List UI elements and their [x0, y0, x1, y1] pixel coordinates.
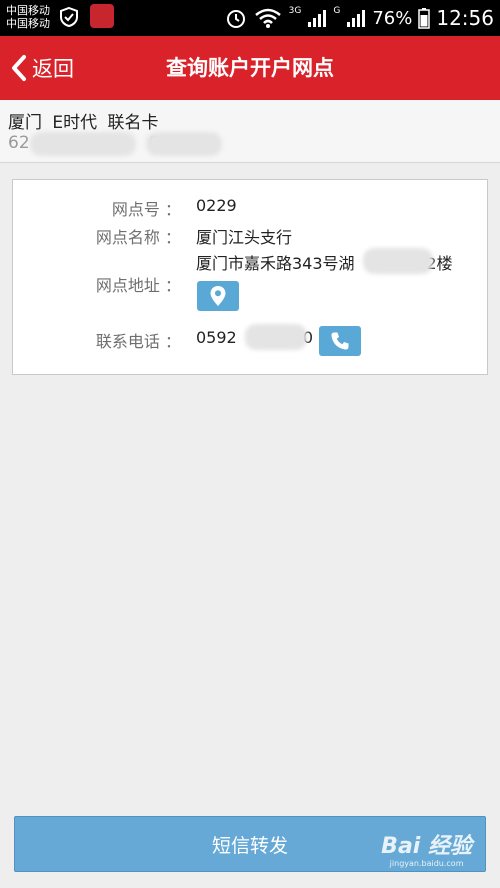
baidu-jingyan-watermark: Bai 经验 jingyan.baidu.com: [381, 836, 472, 868]
redaction-blur: [245, 324, 307, 350]
network-3g: 3G: [288, 6, 302, 16]
map-location-button[interactable]: [197, 281, 239, 311]
clock: 12:56: [436, 6, 494, 30]
carrier-1: 中国移动: [6, 4, 50, 17]
branch-name-value: 厦门江头支行: [196, 228, 293, 247]
app-notification-icon: [90, 4, 114, 28]
alarm-icon: [226, 10, 245, 28]
branch-phone-label: 联系电话 ：: [95, 332, 181, 351]
call-button[interactable]: [319, 326, 361, 356]
carrier-2: 中国移动: [6, 17, 50, 30]
account-info: 厦门 E时代 联名卡 62 0: [0, 100, 500, 163]
sms-forward-label: 短信转发: [211, 834, 288, 857]
branch-number-label: 网点号 ：: [111, 200, 181, 219]
location-pin-icon: [210, 286, 226, 306]
battery-percent: 76%: [372, 7, 413, 29]
redaction-blur: [146, 132, 222, 156]
signal-icon-1: [308, 10, 327, 27]
phone-icon: [331, 332, 349, 350]
phone-prefix: 0592: [196, 328, 237, 347]
wifi-icon: [254, 8, 281, 28]
branch-name-label: 网点名称 ：: [95, 228, 181, 247]
redaction-blur: [363, 248, 433, 274]
address-prefix: 厦门市嘉禾路343号湖: [196, 254, 355, 273]
branch-info-card: 网点号 ： 0229 网点名称 ： 厦门江头支行 厦门市嘉禾路343号湖 -2楼 …: [12, 179, 488, 375]
carrier-info: 中国移动 中国移动: [6, 4, 50, 30]
redaction-blur: [30, 132, 136, 156]
card-name: 厦门 E时代 联名卡: [8, 113, 159, 133]
signal-icon-2: [347, 10, 366, 27]
status-bar: 中国移动 中国移动 3G G 76% 12:56: [0, 0, 500, 36]
card-number-prefix: 62: [8, 133, 30, 153]
battery-icon: [418, 8, 431, 29]
page-title: 查询账户开户网点: [166, 56, 334, 80]
branch-number-value: 0229: [196, 196, 237, 215]
status-right: 3G G 76% 12:56: [225, 0, 494, 36]
network-g: G: [333, 6, 341, 16]
watermark-url: jingyan.baidu.com: [389, 859, 464, 868]
shield-icon: [60, 6, 78, 28]
app-header: 返回 查询账户开户网点: [0, 36, 500, 100]
watermark-logo: Bai 经验: [381, 834, 472, 859]
branch-address-label: 网点地址 ：: [95, 276, 181, 295]
